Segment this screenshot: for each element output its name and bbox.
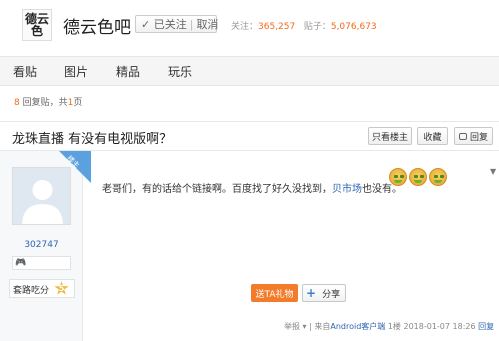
follow-divider: |: [189, 17, 194, 31]
share-plus-icon: +: [306, 286, 317, 300]
forum-header: 德云色 德云色吧 ✓ 已关注 | 取消 关注：365,257 贴子：5,076,…: [0, 0, 499, 51]
level-number: 5: [58, 284, 65, 293]
sick-emoji-icon: [389, 168, 407, 186]
tab-fun[interactable]: 玩乐: [168, 63, 192, 80]
send-gift-button[interactable]: 送TA礼物: [251, 284, 298, 302]
reply-icon: [458, 132, 467, 140]
thread-title-bar: 龙珠直播 有没有电视版啊？ 只看楼主 收藏 回复: [0, 121, 499, 151]
post-count: 5,076,673: [330, 22, 377, 32]
post-meta: 举报 ▾ | 来自Android客户端 1楼 2018-01-07 18:26 …: [284, 321, 494, 332]
unfollow-link[interactable]: 取消: [196, 16, 218, 32]
reply-count-suffix: 回复贴，共: [19, 98, 68, 108]
post-time: 2018-01-07 18:26: [403, 322, 476, 331]
tab-images[interactable]: 图片: [64, 63, 88, 80]
game-badge-icon: 🎮: [15, 258, 27, 268]
tab-posts[interactable]: 看贴: [13, 63, 37, 80]
follow-count-label: 关注：: [231, 22, 259, 32]
thread-title: 龙珠直播 有没有电视版啊？: [12, 132, 173, 147]
follow-button[interactable]: ✓ 已关注 | 取消: [135, 15, 218, 33]
reply-button-label: 回复: [469, 132, 488, 143]
follow-count: 365,257: [258, 22, 296, 32]
share-button[interactable]: + 分享: [302, 284, 346, 302]
post-link[interactable]: 贝市场: [332, 184, 362, 195]
only-op-button[interactable]: 只看楼主: [368, 127, 412, 145]
floor-number: 1楼: [387, 322, 401, 331]
author-badge[interactable]: 🎮: [12, 256, 71, 270]
sick-emoji-icon: [409, 168, 427, 186]
avatar[interactable]: [12, 167, 71, 225]
reply-button[interactable]: 回复: [454, 127, 493, 145]
from-prefix: 来自: [314, 322, 331, 331]
thread-reply-summary: 8 回复贴，共1页: [14, 95, 82, 108]
share-label: 分享: [322, 289, 341, 300]
level-star-icon: 5: [54, 281, 69, 295]
forum-stats: 关注：365,257 贴子：5,076,673: [231, 19, 377, 32]
post-menu-arrow-icon[interactable]: ▼: [490, 167, 496, 176]
post-count-label: 贴子：: [303, 22, 331, 32]
tab-featured[interactable]: 精品: [116, 63, 140, 80]
default-avatar-icon: [13, 168, 70, 224]
forum-logo[interactable]: 德云色: [22, 9, 52, 41]
report-link[interactable]: 举报: [284, 322, 300, 331]
followed-label: ✓ 已关注: [141, 18, 187, 31]
forum-name[interactable]: 德云色吧: [63, 13, 131, 38]
post-text: 老哥们，有的话给个链接啊。百度找了好久没找到，: [102, 184, 332, 195]
post-reply-link[interactable]: 回复: [478, 322, 494, 331]
post-content: 老哥们，有的话给个链接啊。百度找了好久没找到，贝市场也没有。: [102, 180, 402, 195]
favorite-button[interactable]: 收藏: [417, 127, 448, 145]
meta-sep-icon: ▾: [302, 322, 307, 331]
level-name: 套路吃分: [13, 286, 50, 296]
author-username[interactable]: 302747: [0, 240, 83, 250]
client-link[interactable]: Android客户端: [330, 322, 385, 331]
meta-separator: |: [309, 322, 312, 331]
forum-logo-text: 德云色: [24, 12, 49, 38]
forum-nav: 看贴 图片 精品 玩乐: [0, 56, 499, 86]
page-count-suffix: 页: [73, 98, 83, 108]
sick-emoji-icon: [429, 168, 447, 186]
author-panel: 302747 🎮 套路吃分 5: [0, 151, 83, 341]
author-level[interactable]: 套路吃分 5: [9, 279, 75, 298]
